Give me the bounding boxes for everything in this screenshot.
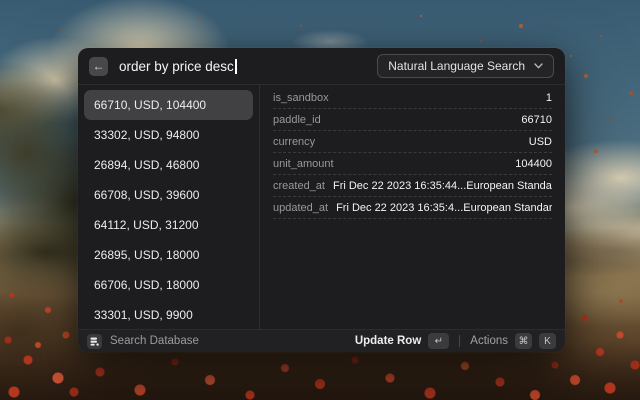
result-label: 66706, USD, 18000	[94, 278, 199, 292]
search-mode-dropdown[interactable]: Natural Language Search	[377, 54, 554, 78]
result-label: 66710, USD, 104400	[94, 98, 206, 112]
back-arrow-icon: ←	[93, 59, 105, 73]
detail-key: is_sandbox	[273, 92, 329, 104]
detail-panel: is_sandbox 1 paddle_id 66710 currency US…	[260, 85, 565, 329]
detail-value: 66710	[521, 114, 552, 126]
search-header: ← order by price desc Natural Language S…	[78, 48, 565, 85]
result-list-item[interactable]: 26895, USD, 18000	[84, 240, 253, 270]
update-row-button[interactable]: Update Row	[355, 335, 421, 347]
detail-key: paddle_id	[273, 114, 321, 126]
text-cursor	[235, 59, 237, 74]
detail-key: currency	[273, 136, 315, 148]
search-mode-value: Natural Language Search	[388, 59, 525, 73]
command-key-icon: ⌘	[515, 333, 532, 349]
detail-value: 104400	[515, 158, 552, 170]
result-list-item[interactable]: 26894, USD, 46800	[84, 150, 253, 180]
results-list: 66710, USD, 104400 33302, USD, 94800 268…	[78, 85, 259, 329]
result-list-item[interactable]: 64112, USD, 31200	[84, 210, 253, 240]
result-label: 33302, USD, 94800	[94, 128, 199, 142]
search-input[interactable]: order by price desc	[119, 59, 377, 74]
detail-row: updated_at Fri Dec 22 2023 16:35:4...Eur…	[273, 197, 552, 219]
content-area: 66710, USD, 104400 33302, USD, 94800 268…	[78, 85, 565, 329]
result-label: 33301, USD, 9900	[94, 308, 193, 322]
detail-row: created_at Fri Dec 22 2023 16:35:44...Eu…	[273, 175, 552, 197]
footer-divider	[459, 335, 460, 347]
detail-value: 1	[546, 92, 552, 104]
result-list-item[interactable]: 33301, USD, 9900	[84, 300, 253, 329]
search-query-text: order by price desc	[119, 59, 234, 74]
detail-key: updated_at	[273, 202, 328, 214]
result-list-item[interactable]: 66708, USD, 39600	[84, 180, 253, 210]
detail-row: paddle_id 66710	[273, 109, 552, 131]
database-icon	[87, 334, 102, 349]
return-key-icon: ↵	[428, 333, 449, 349]
detail-row: unit_amount 104400	[273, 153, 552, 175]
result-label: 64112, USD, 31200	[94, 218, 199, 232]
result-list-item[interactable]: 66706, USD, 18000	[84, 270, 253, 300]
detail-key: unit_amount	[273, 158, 334, 170]
action-bar: Search Database Update Row ↵ Actions ⌘ K	[78, 329, 565, 352]
detail-row: is_sandbox 1	[273, 87, 552, 109]
chevron-down-icon	[534, 63, 543, 69]
detail-key: created_at	[273, 180, 325, 192]
detail-value: Fri Dec 22 2023 16:35:4...European Stand…	[336, 202, 552, 214]
background-floating-petals	[0, 0, 2, 2]
detail-value: USD	[529, 136, 552, 148]
result-label: 66708, USD, 39600	[94, 188, 199, 202]
actions-menu-button[interactable]: Actions	[470, 335, 508, 347]
k-key-icon: K	[539, 333, 556, 349]
detail-value: Fri Dec 22 2023 16:35:44...European Stan…	[333, 180, 552, 192]
back-button[interactable]: ←	[89, 57, 108, 76]
command-palette-window: ← order by price desc Natural Language S…	[78, 48, 565, 352]
result-list-item[interactable]: 66710, USD, 104400	[84, 90, 253, 120]
footer-actions: Update Row ↵ Actions ⌘ K	[355, 333, 556, 349]
result-label: 26895, USD, 18000	[94, 248, 199, 262]
result-label: 26894, USD, 46800	[94, 158, 199, 172]
result-list-item[interactable]: 33302, USD, 94800	[84, 120, 253, 150]
detail-row: currency USD	[273, 131, 552, 153]
extension-name-label: Search Database	[110, 335, 199, 347]
